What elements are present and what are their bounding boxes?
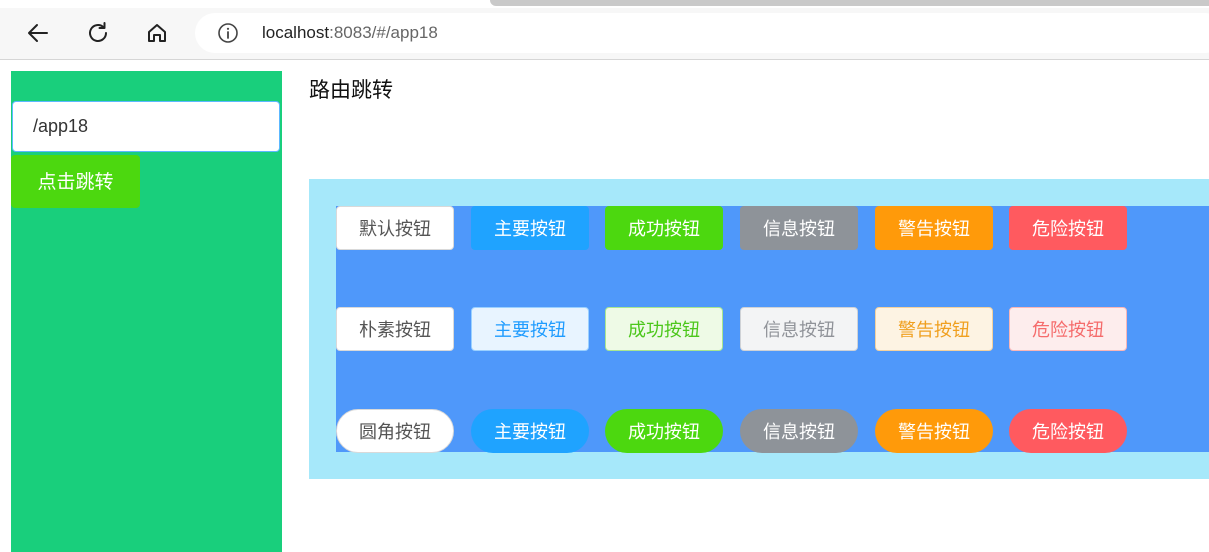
- route-input[interactable]: [12, 101, 280, 152]
- plain-warning-button[interactable]: 警告按钮: [875, 307, 993, 351]
- address-bar[interactable]: localhost:8083/#/app18: [195, 13, 1209, 53]
- browser-toolbar: localhost:8083/#/app18: [0, 8, 1209, 60]
- address-url: localhost:8083/#/app18: [262, 23, 438, 43]
- back-button[interactable]: [23, 18, 53, 48]
- url-host: localhost: [262, 23, 330, 42]
- jump-button[interactable]: 点击跳转: [11, 155, 140, 208]
- success-button[interactable]: 成功按钮: [605, 206, 723, 250]
- plain-default-button[interactable]: 朴素按钮: [336, 307, 454, 351]
- danger-button[interactable]: 危险按钮: [1009, 206, 1127, 250]
- plain-info-button[interactable]: 信息按钮: [740, 307, 858, 351]
- round-info-button[interactable]: 信息按钮: [740, 409, 858, 453]
- default-button[interactable]: 默认按钮: [336, 206, 454, 250]
- plain-primary-button[interactable]: 主要按钮: [471, 307, 589, 351]
- round-success-button[interactable]: 成功按钮: [605, 409, 723, 453]
- page-title: 路由跳转: [309, 78, 393, 102]
- round-primary-button[interactable]: 主要按钮: [471, 409, 589, 453]
- warning-button[interactable]: 警告按钮: [875, 206, 993, 250]
- round-danger-button[interactable]: 危险按钮: [1009, 409, 1127, 453]
- plain-danger-button[interactable]: 危险按钮: [1009, 307, 1127, 351]
- round-warning-button[interactable]: 警告按钮: [875, 409, 993, 453]
- tab-bar-edge: [490, 0, 1209, 6]
- reload-icon: [89, 22, 107, 42]
- back-arrow-icon: [28, 24, 48, 42]
- round-default-button[interactable]: 圆角按钮: [336, 409, 454, 453]
- primary-button[interactable]: 主要按钮: [471, 206, 589, 250]
- home-button[interactable]: [142, 18, 172, 48]
- info-button[interactable]: 信息按钮: [740, 206, 858, 250]
- url-path: :8083/#/app18: [329, 23, 438, 42]
- plain-success-button[interactable]: 成功按钮: [605, 307, 723, 351]
- info-icon[interactable]: [217, 22, 239, 44]
- home-icon: [148, 24, 166, 42]
- reload-button[interactable]: [83, 18, 113, 48]
